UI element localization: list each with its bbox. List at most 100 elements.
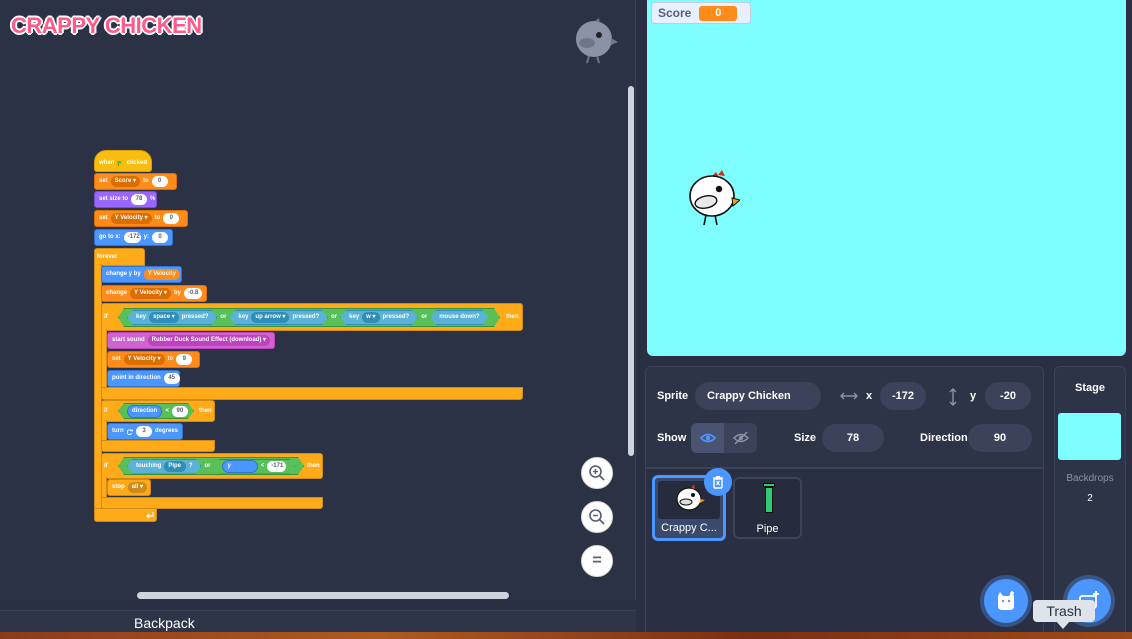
show-hidden-button[interactable] (724, 423, 757, 453)
block-label: to (154, 215, 161, 221)
block-label: or (204, 462, 211, 469)
chicken-sprite[interactable] (688, 170, 740, 226)
backpack-label[interactable]: Backpack (134, 615, 195, 631)
block-label: or (421, 314, 428, 320)
block-label: pressed? (292, 314, 320, 320)
key-pressed-sensor[interactable]: key w ▾ pressed? (340, 310, 418, 325)
vertical-scrollbar[interactable] (628, 86, 634, 456)
stop-dropdown[interactable]: all ▾ (127, 482, 148, 493)
key-dropdown[interactable]: space ▾ (149, 312, 179, 323)
block-label: % (150, 196, 156, 202)
value-input[interactable]: 9 (176, 354, 193, 365)
if-bottom (101, 440, 215, 452)
x-label: x (866, 390, 873, 402)
choose-sprite-button[interactable] (984, 579, 1028, 623)
start-sound-block[interactable]: start sound Rubber Duck Sound Effect (do… (107, 332, 275, 349)
y-position-reporter[interactable]: y position (222, 460, 257, 473)
key-dropdown[interactable]: up arrow ▾ (251, 312, 289, 323)
pipe-thumbnail-icon (765, 487, 773, 513)
value-input[interactable]: 0 (163, 213, 180, 224)
dropdown-value: all (131, 484, 139, 490)
stage-canvas[interactable] (647, 0, 1126, 356)
delete-sprite-button[interactable] (704, 468, 732, 496)
turn-block[interactable]: turn 3 degrees (107, 423, 183, 440)
stage-thumbnail[interactable] (1058, 413, 1121, 460)
target-dropdown[interactable]: Pipe ▾ (164, 461, 185, 472)
zoom-reset-button[interactable]: = (581, 545, 613, 577)
value-input[interactable]: 3 (135, 426, 152, 437)
value-input[interactable]: 45 (163, 373, 180, 384)
x-input[interactable]: -172 (123, 232, 141, 243)
goto-xy-block[interactable]: go to x: -172 y: 0 (94, 229, 173, 246)
point-direction-block[interactable]: point in direction 45 (107, 370, 180, 387)
score-monitor[interactable]: Score 0 (651, 2, 751, 24)
size-input[interactable]: 78 (822, 424, 884, 452)
variable-reporter[interactable]: Y Velocity (143, 269, 180, 280)
sprite-name-input[interactable]: Crappy Chicken (695, 382, 821, 410)
block-label: key (238, 314, 249, 320)
block-label: then (307, 463, 320, 469)
dropdown-value: Y Velocity (127, 356, 156, 362)
variable-dropdown[interactable]: Y Velocity ▾ (123, 354, 165, 365)
when-flag-clicked-block[interactable]: when clicked (94, 150, 152, 172)
zoom-reset-icon: = (581, 545, 613, 577)
zoom-in-button[interactable] (581, 457, 613, 489)
value-input[interactable]: -171 (267, 461, 286, 472)
less-than-operator[interactable]: direction < 90 (118, 403, 194, 419)
block-label: y: (143, 234, 149, 240)
backdrops-count: 2 (1087, 493, 1093, 504)
mouse-down-sensor[interactable]: mouse down? (430, 310, 488, 325)
sprite-tile-label: Pipe (756, 523, 779, 535)
loop-arrow-icon (146, 512, 154, 519)
current-sprite-thumbnail (576, 18, 618, 64)
direction-input[interactable]: 90 (968, 424, 1032, 452)
set-yvelocity-block[interactable]: set Y Velocity ▾ to 0 (94, 210, 188, 227)
value-input[interactable]: 90 (172, 406, 188, 417)
y-input[interactable]: -20 (985, 382, 1031, 410)
variable-dropdown[interactable]: Score ▾ (110, 176, 141, 187)
backdrops-label: Backdrops (1066, 473, 1114, 484)
variable-dropdown[interactable]: Y Velocity ▾ (110, 213, 152, 224)
block-label: then (199, 408, 212, 414)
block-label: then (506, 314, 519, 320)
touching-sensor[interactable]: touching Pipe ▾ ? (127, 459, 201, 474)
zoom-in-icon (589, 465, 605, 481)
x-input[interactable]: -172 (880, 382, 926, 410)
code-area[interactable]: CRAPPY CHICKEN when clicked set Score ▾ … (0, 0, 636, 600)
less-than-operator[interactable]: y position < -171 (213, 459, 295, 474)
key-pressed-sensor[interactable]: key up arrow ▾ pressed? (229, 310, 328, 325)
horizontal-scrollbar[interactable] (137, 592, 509, 599)
block-label: or (331, 314, 338, 320)
sound-dropdown[interactable]: Rubber Duck Sound Effect (download) ▾ (147, 335, 271, 346)
dropdown-value: Y Velocity (114, 215, 143, 221)
sprite-name-label: Sprite (657, 390, 689, 402)
block-label: touching (136, 462, 162, 469)
variable-dropdown[interactable]: Y Velocity ▾ (130, 288, 171, 299)
block-label: if (104, 408, 108, 414)
rotate-right-icon (126, 428, 133, 435)
key-pressed-sensor[interactable]: key space ▾ pressed? (127, 310, 217, 325)
change-y-block[interactable]: change y by Y Velocity (101, 266, 182, 283)
value-input[interactable]: 0 (151, 176, 168, 187)
value-input[interactable]: -0.8 (183, 288, 202, 299)
block-label: when (99, 160, 115, 166)
set-yvelocity-jump-block[interactable]: set Y Velocity ▾ to 9 (107, 351, 200, 368)
set-score-block[interactable]: set Score ▾ to 0 (94, 173, 177, 190)
or-operator[interactable]: key space ▾ pressed? or key up arrow ▾ p… (118, 308, 500, 327)
block-label: or (220, 314, 227, 320)
key-dropdown[interactable]: w ▾ (362, 312, 379, 323)
change-yvelocity-block[interactable]: change Y Velocity ▾ by -0.8 (101, 285, 207, 302)
block-label: change (106, 290, 128, 296)
block-label: set size to (99, 196, 129, 202)
set-size-block[interactable]: set size to 78 % (94, 191, 157, 208)
zoom-out-button[interactable] (581, 501, 613, 533)
direction-reporter[interactable]: direction (127, 405, 162, 418)
or-operator[interactable]: touching Pipe ▾ ? or y position < -171 (118, 457, 304, 475)
sprite-tile-pipe[interactable]: Pipe (733, 477, 802, 539)
y-input[interactable]: 0 (152, 232, 168, 243)
value-input[interactable]: 78 (131, 194, 148, 205)
stop-block[interactable]: stop all ▾ (107, 479, 151, 496)
block-label: degrees (154, 428, 178, 434)
dropdown-value: Pipe (168, 462, 181, 469)
show-visible-button[interactable] (691, 423, 724, 453)
